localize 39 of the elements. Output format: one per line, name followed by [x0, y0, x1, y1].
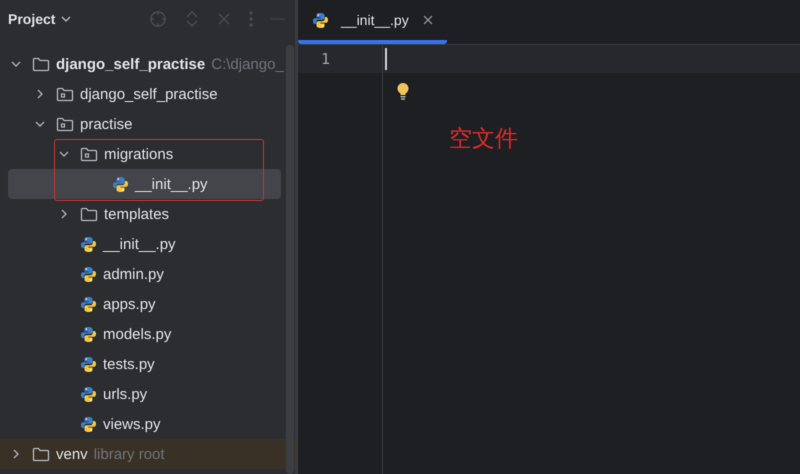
tree-item[interactable]: templates — [0, 199, 281, 229]
python-file-icon — [80, 266, 97, 282]
close-icon[interactable] — [422, 15, 433, 25]
folder-icon — [32, 446, 50, 462]
python-file-icon — [80, 326, 97, 342]
tree-item[interactable]: views.py — [0, 409, 281, 439]
folder-icon — [80, 206, 98, 222]
module-folder-icon — [56, 116, 74, 132]
tree-item[interactable]: admin.py — [0, 259, 281, 289]
caret-icon[interactable] — [61, 14, 72, 24]
python-file-icon — [80, 236, 97, 252]
tree-item[interactable]: __init__.py — [8, 169, 281, 199]
annotation-text: 空文件 — [449, 124, 518, 153]
path-hint: C:\django_ — [211, 56, 284, 72]
folder-icon — [32, 56, 50, 72]
tree-item[interactable]: practise — [0, 109, 281, 139]
text-cursor — [385, 48, 387, 70]
code-area[interactable]: 空文件 — [383, 45, 800, 474]
path-hint: library root — [94, 446, 165, 462]
python-file-icon — [80, 356, 97, 372]
tree-item[interactable]: models.py — [0, 319, 281, 349]
python-file-icon — [80, 296, 97, 312]
scrollbar[interactable] — [286, 45, 294, 474]
tree-item[interactable]: apps.py — [0, 289, 281, 319]
python-file-icon — [80, 386, 97, 402]
module-folder-icon — [56, 86, 74, 102]
tree-item[interactable]: urls.py — [0, 379, 281, 409]
python-file-icon — [112, 176, 129, 192]
tree-item[interactable]: __init__.py — [0, 229, 281, 259]
module-folder-icon — [80, 146, 98, 162]
lightbulb-icon[interactable] — [396, 82, 410, 100]
tree-item[interactable]: django_self_practise — [0, 79, 281, 109]
python-file-icon — [312, 12, 329, 28]
line-number: 1 — [298, 45, 382, 73]
tree-item[interactable]: venv library root — [0, 439, 295, 469]
tree-item[interactable]: migrations — [0, 139, 281, 169]
tree-item[interactable]: tests.py — [0, 349, 281, 379]
panel-title[interactable]: Project — [8, 10, 56, 26]
python-file-icon — [80, 416, 97, 432]
